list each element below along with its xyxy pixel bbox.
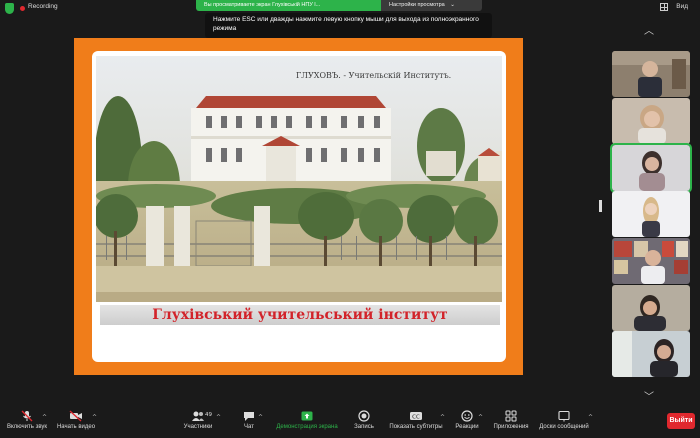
historic-building-photo: ГЛУХОВЪ. - Учительскій Институтъ. — [96, 56, 502, 302]
view-options-label: Настройки просмотра — [389, 2, 445, 8]
share-screen-icon — [301, 411, 313, 421]
reactions-button[interactable]: Реакции — [452, 407, 482, 438]
participants-label: Участники — [183, 424, 213, 430]
video-off-icon — [69, 410, 82, 422]
slide-card: ГЛУХОВЪ. - Учительскій Институтъ. Глухів… — [92, 51, 506, 362]
apps-button[interactable]: Приложения — [490, 407, 532, 438]
whiteboards-options-chevron-icon[interactable]: ^ — [588, 414, 593, 421]
chat-bubble-icon — [244, 412, 254, 421]
leave-meeting-button[interactable]: Выйти — [667, 413, 695, 429]
chat-options-chevron-icon[interactable]: ^ — [258, 414, 263, 421]
participants-icon — [192, 411, 204, 421]
participants-options-chevron-icon[interactable]: ^ — [216, 414, 221, 421]
whiteboards-button[interactable]: Доски сообщений — [535, 407, 593, 438]
participant-video-tile[interactable] — [612, 331, 690, 377]
recording-dot-icon — [20, 6, 25, 11]
participant-video-tile[interactable] — [612, 98, 690, 144]
share-screen-button[interactable]: Демонстрация экрана — [272, 407, 342, 438]
recording-label: Recording — [28, 3, 58, 10]
meeting-toolbar: Включить звук ^ Начать видео ^ Участники… — [0, 407, 700, 438]
record-label: Запись — [354, 424, 374, 430]
whiteboard-icon — [558, 410, 570, 422]
participant-video-tile[interactable] — [612, 238, 690, 284]
show-captions-button[interactable]: CC Показать субтитры — [386, 407, 446, 438]
participant-video-tile[interactable] — [612, 191, 690, 237]
chat-button[interactable]: Чат — [236, 407, 262, 438]
participants-button[interactable]: Участники — [178, 407, 218, 438]
unmute-button[interactable]: Включить звук — [4, 407, 50, 438]
reactions-options-chevron-icon[interactable]: ^ — [478, 414, 483, 421]
chevron-down-icon: ⌄ — [450, 2, 455, 8]
participant-video-tile[interactable] — [612, 285, 690, 331]
share-screen-label: Демонстрация экрана — [276, 424, 338, 430]
panel-resize-handle[interactable] — [599, 200, 602, 212]
view-options-button[interactable]: Настройки просмотра ⌄ — [381, 0, 482, 11]
zoom-meeting-window: Recording Вид Вы просматриваете экран Гл… — [0, 0, 700, 438]
view-grid-icon[interactable] — [660, 3, 668, 11]
show-captions-label: Показать субтитры — [389, 424, 443, 430]
scroll-down-icon[interactable]: ﹀ — [644, 388, 654, 403]
record-button[interactable]: Запись — [348, 407, 380, 438]
muted-microphone-icon — [21, 410, 33, 422]
audio-options-chevron-icon[interactable]: ^ — [42, 414, 47, 421]
start-video-button[interactable]: Начать видео — [52, 407, 100, 438]
participant-video-tile-active-speaker[interactable] — [610, 143, 692, 193]
whiteboards-label: Доски сообщений — [539, 424, 589, 430]
participant-video-tile[interactable] — [612, 51, 690, 97]
slide-caption: Глухівський учительський інститут — [100, 305, 500, 325]
captions-options-chevron-icon[interactable]: ^ — [440, 414, 445, 421]
scroll-up-icon[interactable]: ︿ — [644, 22, 654, 37]
fullscreen-exit-tooltip: Нажмите ESC или дважды нажмите левую кно… — [205, 13, 492, 38]
participants-count: 49 — [205, 412, 212, 418]
share-status-text: Вы просматриваете экран Глухівській НПУ … — [196, 0, 381, 11]
view-button[interactable]: Вид — [676, 3, 688, 10]
closed-captions-icon: CC — [410, 412, 422, 421]
unmute-label: Включить звук — [6, 424, 47, 430]
smiley-reaction-icon — [461, 410, 473, 422]
chat-label: Чат — [244, 424, 254, 430]
video-options-chevron-icon[interactable]: ^ — [92, 414, 97, 421]
apps-label: Приложения — [493, 424, 529, 430]
svg-text:CC: CC — [412, 415, 420, 421]
share-banner: Вы просматриваете экран Глухівській НПУ … — [196, 0, 482, 11]
shared-screen: ГЛУХОВЪ. - Учительскій Институтъ. Глухів… — [74, 38, 523, 375]
photo-header-text: ГЛУХОВЪ. - Учительскій Институтъ. — [296, 71, 451, 80]
reactions-label: Реакции — [455, 424, 479, 430]
security-shield-icon[interactable] — [5, 3, 14, 14]
apps-grid-icon — [505, 410, 517, 422]
start-video-label: Начать видео — [56, 424, 96, 430]
record-icon — [358, 410, 370, 422]
